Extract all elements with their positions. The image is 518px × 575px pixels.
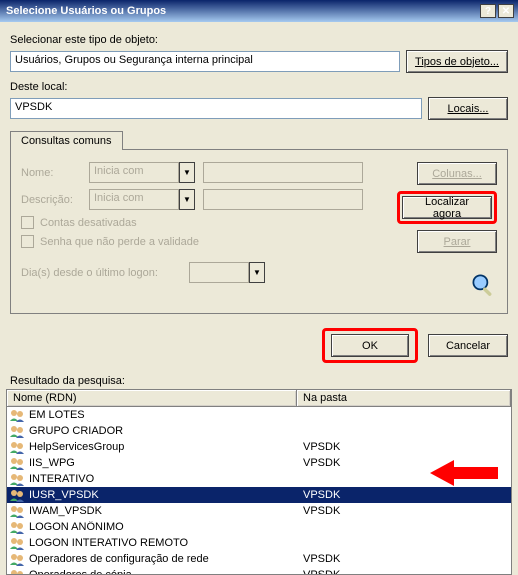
principal-icon [9, 568, 25, 575]
item-folder: VPSDK [297, 569, 511, 575]
desc-label: Descrição: [21, 194, 81, 206]
desc-input[interactable] [203, 189, 363, 210]
list-item[interactable]: LOGON ANÔNIMO [7, 519, 511, 535]
list-item[interactable]: LOGON INTERATIVO REMOTO [7, 535, 511, 551]
item-name: LOGON ANÔNIMO [27, 521, 297, 533]
list-item[interactable]: IUSR_VPSDKVPSDK [7, 487, 511, 503]
locations-button[interactable]: Locais... [428, 97, 508, 120]
find-now-highlight: Localizar agora [397, 191, 497, 224]
window-title: Selecione Usuários ou Grupos [6, 5, 478, 17]
col-name[interactable]: Nome (RDN) [7, 390, 297, 406]
results-list[interactable]: EM LOTESGRUPO CRIADORHelpServicesGroupVP… [6, 407, 512, 575]
object-type-field[interactable]: Usuários, Grupos ou Segurança interna pr… [10, 51, 400, 72]
chevron-down-icon[interactable]: ▼ [179, 162, 195, 183]
chevron-down-icon[interactable]: ▼ [249, 262, 265, 283]
tabset: Consultas comuns Nome: Inicia com ▼ Desc… [10, 130, 508, 314]
item-name: IWAM_VPSDK [27, 505, 297, 517]
item-name: IUSR_VPSDK [27, 489, 297, 501]
ok-highlight: OK [322, 328, 418, 363]
item-folder: VPSDK [297, 489, 511, 501]
list-item[interactable]: HelpServicesGroupVPSDK [7, 439, 511, 455]
upper-pane: Selecionar este tipo de objeto: Usuários… [0, 22, 518, 322]
columns-button[interactable]: Colunas... [417, 162, 497, 185]
item-name: LOGON INTERATIVO REMOTO [27, 537, 297, 549]
nonexpiring-pwd-checkbox[interactable]: Senha que não perde a validade [21, 235, 397, 248]
item-name: GRUPO CRIADOR [27, 425, 297, 437]
action-row: OK Cancelar [0, 322, 518, 369]
item-name: Operadores de configuração de rede [27, 553, 297, 565]
name-mode-combo[interactable]: Inicia com ▼ [89, 162, 195, 183]
days-label: Dia(s) desde o último logon: [21, 267, 181, 279]
chevron-down-icon[interactable]: ▼ [179, 189, 195, 210]
location-label: Deste local: [10, 81, 508, 93]
location-field[interactable]: VPSDK [10, 98, 422, 119]
item-name: Operadores de cópia [27, 569, 297, 575]
item-folder: VPSDK [297, 553, 511, 565]
object-type-label: Selecionar este tipo de objeto: [10, 34, 508, 46]
principal-icon [9, 424, 25, 438]
annotation-arrow-icon [430, 458, 500, 488]
results-label: Resultado da pesquisa: [0, 369, 518, 389]
tab-common-queries[interactable]: Consultas comuns [10, 131, 123, 150]
query-form: Nome: Inicia com ▼ Descrição: Inicia com… [21, 162, 397, 299]
principal-icon [9, 520, 25, 534]
list-item[interactable]: IWAM_VPSDKVPSDK [7, 503, 511, 519]
list-item[interactable]: GRUPO CRIADOR [7, 423, 511, 439]
cancel-button[interactable]: Cancelar [428, 334, 508, 357]
disabled-accounts-checkbox[interactable]: Contas desativadas [21, 216, 397, 229]
principal-icon [9, 472, 25, 486]
search-icon [469, 271, 497, 299]
principal-icon [9, 536, 25, 550]
col-folder[interactable]: Na pasta [297, 390, 511, 406]
titlebar: Selecione Usuários ou Grupos ? ✕ [0, 0, 518, 22]
list-item[interactable]: EM LOTES [7, 407, 511, 423]
item-folder: VPSDK [297, 505, 511, 517]
name-label: Nome: [21, 167, 81, 179]
item-name: IIS_WPG [27, 457, 297, 469]
list-item[interactable]: Operadores de cópiaVPSDK [7, 567, 511, 575]
item-folder: VPSDK [297, 441, 511, 453]
item-name: INTERATIVO [27, 473, 297, 485]
list-item[interactable]: Operadores de configuração de redeVPSDK [7, 551, 511, 567]
principal-icon [9, 552, 25, 566]
principal-icon [9, 408, 25, 422]
help-button[interactable]: ? [480, 4, 496, 18]
object-types-button[interactable]: Tipos de objeto... [406, 50, 508, 73]
name-input[interactable] [203, 162, 363, 183]
days-combo[interactable]: ▼ [189, 262, 265, 283]
stop-button[interactable]: Parar [417, 230, 497, 253]
principal-icon [9, 440, 25, 454]
item-name: HelpServicesGroup [27, 441, 297, 453]
close-button[interactable]: ✕ [498, 4, 514, 18]
item-name: EM LOTES [27, 409, 297, 421]
principal-icon [9, 488, 25, 502]
principal-icon [9, 504, 25, 518]
find-now-button[interactable]: Localizar agora [402, 196, 492, 219]
list-header: Nome (RDN) Na pasta [6, 389, 512, 407]
ok-button[interactable]: OK [331, 334, 409, 357]
principal-icon [9, 456, 25, 470]
desc-mode-combo[interactable]: Inicia com ▼ [89, 189, 195, 210]
